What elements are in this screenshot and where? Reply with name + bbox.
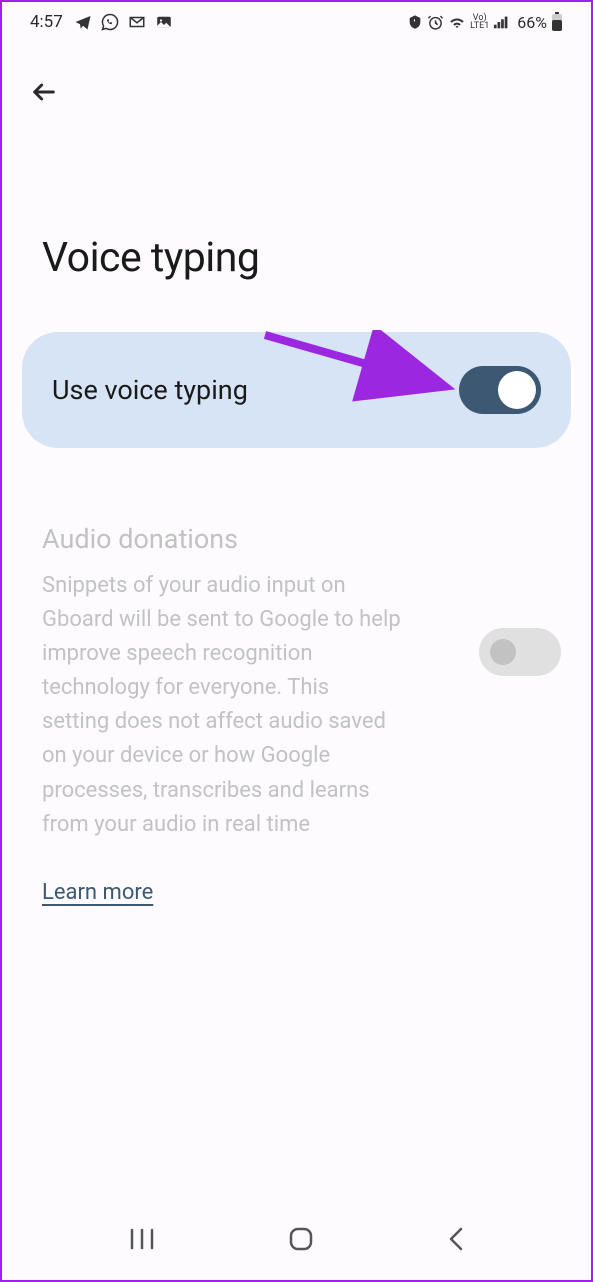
recents-button[interactable] (119, 1217, 165, 1261)
voice-typing-toggle-card[interactable]: Use voice typing (22, 332, 571, 448)
status-time: 4:57 (30, 12, 63, 32)
audio-donations-toggle-switch[interactable] (479, 628, 561, 676)
system-nav-bar (2, 1216, 591, 1262)
signal-icon (493, 14, 511, 30)
voice-typing-toggle-label: Use voice typing (52, 374, 248, 406)
recents-icon (129, 1227, 155, 1251)
toggle-thumb (498, 371, 536, 409)
audio-donations-section: Audio donations Snippets of your audio i… (2, 448, 591, 905)
status-bar: 4:57 Vo)LTE1 66% (2, 2, 591, 40)
app-update-icon (407, 14, 423, 30)
whatsapp-icon (101, 13, 119, 31)
voice-typing-toggle-switch[interactable] (459, 366, 541, 414)
audio-donations-description: Snippets of your audio input on Gboard w… (42, 569, 551, 842)
telegram-icon (74, 13, 92, 31)
status-right: Vo)LTE1 66% (407, 12, 563, 32)
wifi-icon (448, 14, 466, 30)
battery-percent: 66% (517, 13, 547, 32)
alarm-icon (427, 14, 444, 31)
photos-icon (155, 13, 173, 31)
page-title: Voice typing (2, 124, 591, 332)
back-button[interactable] (22, 70, 66, 114)
volte-icon: Vo)LTE1 (470, 14, 489, 30)
arrow-left-icon (30, 78, 58, 106)
home-icon (288, 1226, 314, 1252)
audio-donations-title: Audio donations (42, 523, 551, 555)
battery-icon (551, 12, 563, 32)
gmail-icon (128, 13, 146, 31)
learn-more-link[interactable]: Learn more (42, 880, 153, 905)
app-header (2, 40, 591, 124)
toggle-thumb-off (490, 639, 516, 665)
status-left: 4:57 (30, 12, 173, 32)
home-button[interactable] (278, 1216, 324, 1262)
chevron-left-icon (447, 1226, 465, 1252)
nav-back-button[interactable] (437, 1216, 475, 1262)
